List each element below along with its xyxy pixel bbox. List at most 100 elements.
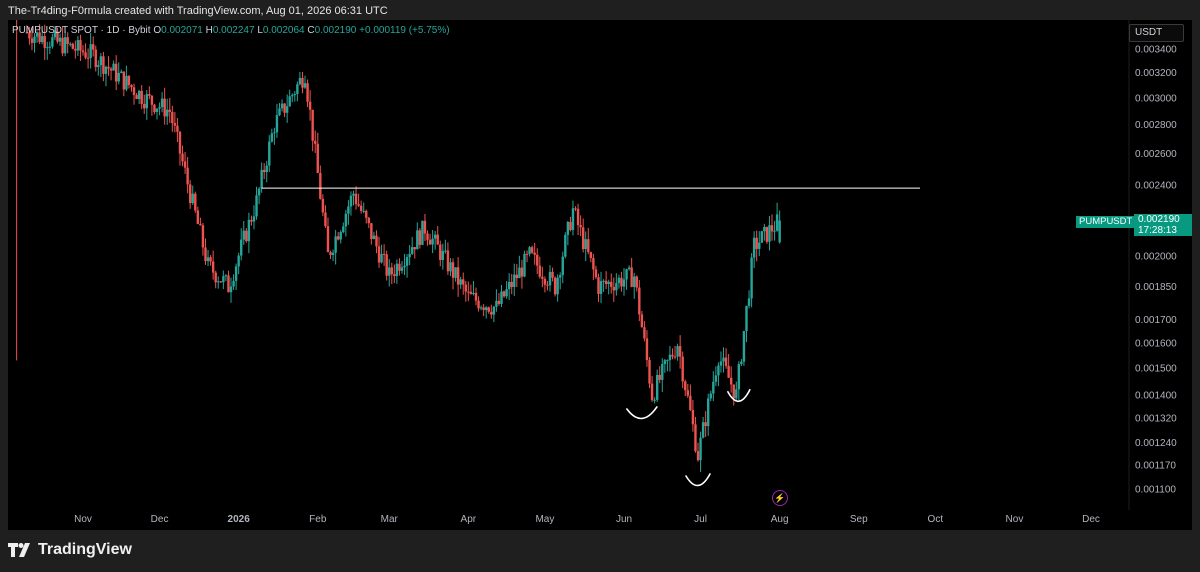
- candle-body[interactable]: [648, 360, 651, 384]
- candle-body[interactable]: [650, 383, 654, 401]
- candle-body[interactable]: [112, 63, 115, 71]
- candle-body[interactable]: [433, 234, 437, 239]
- candle-body[interactable]: [707, 398, 710, 427]
- candle-body[interactable]: [758, 242, 761, 249]
- candle-body[interactable]: [727, 365, 730, 378]
- candle-body[interactable]: [576, 208, 580, 226]
- candle-body[interactable]: [288, 96, 291, 107]
- candle-body[interactable]: [421, 220, 424, 245]
- candle-body[interactable]: [145, 94, 148, 109]
- candle-body[interactable]: [405, 257, 409, 266]
- candle-body[interactable]: [219, 281, 223, 283]
- candle-body[interactable]: [768, 225, 771, 242]
- candle-body[interactable]: [349, 195, 353, 207]
- candle-body[interactable]: [533, 252, 536, 255]
- candle-body[interactable]: [497, 300, 501, 304]
- candle-body[interactable]: [681, 356, 684, 382]
- candle-body[interactable]: [423, 220, 427, 234]
- candle-body[interactable]: [635, 276, 638, 288]
- candle-body[interactable]: [69, 43, 72, 45]
- candle-body[interactable]: [775, 214, 779, 231]
- candle-body[interactable]: [694, 424, 697, 452]
- candle-body[interactable]: [306, 83, 309, 102]
- candle-body[interactable]: [548, 271, 552, 286]
- candle-body[interactable]: [479, 307, 483, 309]
- candle-body[interactable]: [607, 281, 610, 284]
- candle-body[interactable]: [737, 364, 741, 390]
- candle-body[interactable]: [441, 250, 445, 261]
- candle-body[interactable]: [224, 275, 228, 277]
- candle-body[interactable]: [622, 279, 626, 287]
- candle-body[interactable]: [599, 281, 603, 294]
- candle-body[interactable]: [536, 254, 539, 266]
- candle-body[interactable]: [604, 280, 608, 284]
- candle-body[interactable]: [735, 389, 738, 399]
- candle-body[interactable]: [615, 283, 618, 291]
- candle-body[interactable]: [308, 101, 312, 110]
- candle-body[interactable]: [385, 254, 388, 276]
- candle-body[interactable]: [104, 66, 108, 74]
- candle-body[interactable]: [334, 236, 337, 253]
- candle-body[interactable]: [594, 269, 598, 278]
- candle-body[interactable]: [316, 143, 319, 173]
- candle-body[interactable]: [643, 327, 646, 339]
- candle-body[interactable]: [712, 381, 715, 394]
- candle-body[interactable]: [398, 263, 401, 271]
- candle-body[interactable]: [474, 292, 478, 301]
- candle-body[interactable]: [673, 356, 677, 358]
- candle-body[interactable]: [344, 213, 348, 227]
- candle-body[interactable]: [352, 193, 355, 196]
- candle-body[interactable]: [296, 84, 299, 95]
- candle-body[interactable]: [571, 208, 575, 231]
- candle-body[interactable]: [329, 252, 332, 256]
- candle-body[interactable]: [462, 279, 465, 285]
- candle-body[interactable]: [117, 72, 120, 82]
- candle-body[interactable]: [275, 115, 279, 133]
- candle-body[interactable]: [74, 48, 77, 51]
- candle-body[interactable]: [107, 66, 110, 69]
- candle-body[interactable]: [380, 253, 383, 263]
- candle-body[interactable]: [211, 261, 215, 273]
- candle-body[interactable]: [553, 277, 557, 295]
- candle-body[interactable]: [109, 68, 113, 71]
- candle-body[interactable]: [742, 331, 746, 362]
- candle-body[interactable]: [686, 390, 689, 396]
- candle-body[interactable]: [270, 133, 274, 142]
- candle-body[interactable]: [257, 188, 261, 196]
- candle-body[interactable]: [252, 216, 256, 222]
- candle-body[interactable]: [502, 291, 506, 297]
- candle-body[interactable]: [247, 219, 251, 242]
- candle-body[interactable]: [444, 250, 447, 252]
- candle-body[interactable]: [204, 247, 207, 262]
- candle-body[interactable]: [439, 244, 442, 261]
- candle-body[interactable]: [530, 247, 534, 253]
- candle-body[interactable]: [668, 354, 672, 361]
- candle-body[interactable]: [561, 256, 564, 276]
- candle-body[interactable]: [194, 193, 197, 211]
- candle-body[interactable]: [709, 393, 712, 399]
- candle-body[interactable]: [298, 77, 302, 85]
- bottom-annotation[interactable]: [685, 473, 711, 487]
- candle-body[interactable]: [689, 395, 692, 411]
- candle-body[interactable]: [132, 87, 136, 95]
- candle-body[interactable]: [97, 65, 100, 68]
- candle-body[interactable]: [99, 56, 103, 66]
- candle-body[interactable]: [459, 279, 462, 285]
- candle-body[interactable]: [191, 193, 194, 204]
- candle-body[interactable]: [630, 267, 633, 287]
- candle-body[interactable]: [66, 37, 69, 44]
- candle-body[interactable]: [158, 107, 161, 109]
- candle-body[interactable]: [551, 271, 554, 278]
- candle-body[interactable]: [691, 410, 695, 425]
- candle-body[interactable]: [627, 267, 631, 270]
- candle-body[interactable]: [84, 52, 87, 58]
- candle-body[interactable]: [135, 94, 138, 100]
- candle-body[interactable]: [408, 253, 411, 258]
- candle-body[interactable]: [467, 291, 470, 293]
- candle-body[interactable]: [311, 109, 314, 141]
- candle-body[interactable]: [597, 277, 600, 294]
- candle-body[interactable]: [645, 338, 649, 361]
- candle-body[interactable]: [701, 422, 705, 438]
- candle-body[interactable]: [58, 37, 62, 42]
- candle-body[interactable]: [168, 109, 171, 112]
